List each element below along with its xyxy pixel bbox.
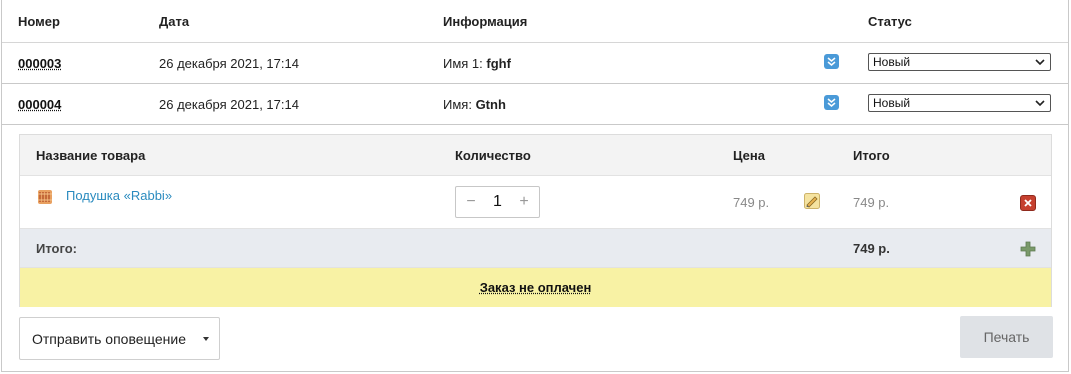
order-date: 26 декабря 2021, 17:14 — [159, 96, 299, 112]
remove-item-icon[interactable] — [1020, 195, 1036, 211]
column-header-status: Статус — [868, 13, 912, 29]
column-header-number: Номер — [18, 13, 60, 29]
table-row: 000004 26 декабря 2021, 17:14 Имя: Gtnh … — [2, 84, 1068, 125]
order-number-link[interactable]: 000004 — [18, 97, 61, 112]
order-goods-table: Название товара Количество Цена Итого По… — [19, 134, 1052, 307]
pillow-icon — [38, 190, 52, 204]
goods-table-header: Название товара Количество Цена Итого — [20, 135, 1051, 176]
order-info: Имя 1: fghf — [443, 43, 511, 83]
status-selected-value: Новый — [873, 96, 911, 110]
status-select[interactable]: Новый — [868, 94, 1051, 112]
summary-total: 749 р. — [853, 240, 890, 256]
status-select[interactable]: Новый — [868, 53, 1051, 71]
caret-down-icon — [203, 337, 209, 341]
info-value: fghf — [486, 55, 511, 71]
quantity-stepper[interactable]: − 1 + — [455, 186, 540, 218]
order-date: 26 декабря 2021, 17:14 — [159, 55, 299, 71]
column-header-date: Дата — [159, 13, 190, 29]
quantity-value[interactable]: 1 — [493, 193, 502, 211]
table-row: 000003 26 декабря 2021, 17:14 Имя 1: fgh… — [2, 43, 1068, 84]
column-header-quantity: Количество — [455, 147, 531, 163]
summary-label: Итого: — [36, 240, 77, 256]
status-selected-value: Новый — [873, 55, 911, 69]
chevron-down-icon — [1035, 59, 1045, 66]
send-notification-dropdown[interactable]: Отправить оповещение — [19, 317, 220, 360]
product-link[interactable]: Подушка «Rabbi» — [66, 188, 172, 203]
column-header-total: Итого — [853, 147, 890, 163]
goods-summary-row: Итого: 749 р. — [20, 229, 1051, 268]
payment-status-bar: Заказ не оплачен — [20, 268, 1051, 307]
decrement-button[interactable]: − — [464, 193, 478, 211]
product-price: 749 р. — [733, 194, 770, 210]
table-row: Подушка «Rabbi» − 1 + 749 р. 749 р. — [20, 176, 1051, 229]
column-header-product-name: Название товара — [36, 147, 146, 163]
expand-order-icon[interactable] — [824, 54, 839, 69]
order-info: Имя: Gtnh — [443, 84, 506, 124]
increment-button[interactable]: + — [517, 193, 531, 211]
edit-pencil-icon[interactable] — [804, 193, 820, 209]
send-notification-label: Отправить оповещение — [32, 330, 187, 347]
column-header-info: Информация — [443, 13, 528, 29]
orders-panel: Номер Дата Информация Статус 000003 26 д… — [1, 0, 1069, 372]
info-label: Имя 1: — [443, 55, 483, 71]
expand-order-icon[interactable] — [824, 95, 839, 110]
info-value: Gtnh — [475, 96, 506, 112]
product-cell: Подушка «Rabbi» — [36, 176, 172, 228]
order-number-link[interactable]: 000003 — [18, 56, 61, 71]
add-item-icon[interactable] — [1020, 241, 1036, 257]
print-button[interactable]: Печать — [960, 316, 1053, 358]
chevron-down-icon — [1035, 100, 1045, 107]
product-line-total: 749 р. — [853, 194, 890, 210]
column-header-price: Цена — [733, 147, 765, 163]
info-label: Имя: — [443, 96, 472, 112]
payment-status-link[interactable]: Заказ не оплачен — [480, 280, 592, 295]
orders-table-header: Номер Дата Информация Статус — [2, 0, 1068, 43]
